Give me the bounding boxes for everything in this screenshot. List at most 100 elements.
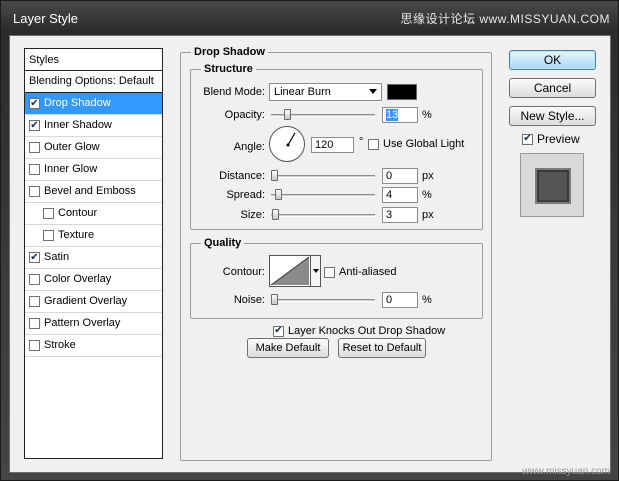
styles-item-checkbox[interactable] xyxy=(43,230,54,241)
use-global-light-box[interactable] xyxy=(368,138,379,150)
blend-mode-select[interactable]: Linear Burn xyxy=(269,83,382,101)
preview-label: Preview xyxy=(537,132,580,146)
preview-box[interactable]: ✔ xyxy=(522,133,533,145)
contour-curve-icon xyxy=(270,256,310,286)
make-default-button[interactable]: Make Default xyxy=(247,338,329,358)
spread-label: Spread: xyxy=(226,189,265,201)
contour-label: Contour: xyxy=(222,266,265,278)
spread-unit: % xyxy=(422,189,432,201)
opacity-unit: % xyxy=(422,109,432,121)
anti-aliased-label: Anti-aliased xyxy=(339,266,397,278)
styles-item-checkbox[interactable] xyxy=(29,142,40,153)
new-style-button[interactable]: New Style... xyxy=(509,106,596,126)
opacity-label: Opacity: xyxy=(224,109,265,121)
styles-item-checkbox[interactable] xyxy=(29,186,40,197)
size-slider-track[interactable] xyxy=(271,214,375,217)
blend-mode-label: Blend Mode: xyxy=(203,86,265,98)
styles-item-label: Pattern Overlay xyxy=(44,317,121,329)
distance-slider-thumb[interactable] xyxy=(271,170,278,181)
angle-dial[interactable] xyxy=(269,126,305,162)
shadow-color-swatch[interactable] xyxy=(387,84,417,100)
angle-degree-symbol: ° xyxy=(359,136,364,148)
distance-label: Distance: xyxy=(219,170,265,182)
angle-dial-needle xyxy=(286,132,296,147)
styles-item-label: Satin xyxy=(44,251,70,263)
styles-item-checkbox[interactable]: ✔ xyxy=(29,98,40,109)
window-title: Layer Style xyxy=(13,11,79,26)
spread-slider-track[interactable] xyxy=(271,194,375,197)
styles-item-satin[interactable]: ✔ Satin xyxy=(25,247,162,269)
styles-item-checkbox[interactable] xyxy=(29,296,40,307)
size-input[interactable]: 3 xyxy=(382,207,418,223)
styles-item-inner-glow[interactable]: Inner Glow xyxy=(25,159,162,181)
styles-item-checkbox[interactable] xyxy=(29,274,40,285)
knockout-label: Layer Knocks Out Drop Shadow xyxy=(288,325,446,337)
quality-group: Quality Contour: Anti-aliased Noise: 0 % xyxy=(190,237,483,319)
opacity-slider-thumb[interactable] xyxy=(284,109,291,120)
noise-unit: % xyxy=(422,294,432,306)
styles-item-label: Color Overlay xyxy=(44,273,112,285)
spread-slider-thumb[interactable] xyxy=(275,189,282,200)
noise-input[interactable]: 0 xyxy=(382,292,418,308)
opacity-input[interactable]: 13 xyxy=(382,107,418,123)
styles-item-label: Stroke xyxy=(44,339,76,351)
reset-to-default-button[interactable]: Reset to Default xyxy=(338,338,426,358)
distance-input[interactable]: 0 xyxy=(382,168,418,184)
contour-preview[interactable] xyxy=(269,255,311,287)
contour-dropdown-button[interactable] xyxy=(311,255,321,287)
styles-item-bevel-and-emboss[interactable]: Bevel and Emboss xyxy=(25,181,162,203)
distance-unit: px xyxy=(422,170,434,182)
distance-slider-track[interactable] xyxy=(271,175,375,178)
noise-slider-track[interactable] xyxy=(271,299,375,302)
preview-checkbox[interactable]: ✔ Preview xyxy=(522,132,580,146)
styles-item-color-overlay[interactable]: Color Overlay xyxy=(25,269,162,291)
anti-aliased-checkbox[interactable]: Anti-aliased xyxy=(324,266,396,278)
styles-item-checkbox[interactable] xyxy=(43,208,54,219)
cancel-button[interactable]: Cancel xyxy=(509,78,596,98)
styles-item-label: Texture xyxy=(58,229,95,241)
angle-label: Angle: xyxy=(233,141,265,153)
styles-header[interactable]: Styles xyxy=(25,49,162,71)
use-global-light-label: Use Global Light xyxy=(383,138,465,150)
size-label: Size: xyxy=(240,209,265,221)
styles-list: Styles Blending Options: Default ✔ Drop Sh… xyxy=(24,48,163,459)
chevron-down-icon xyxy=(369,89,377,94)
styles-item-contour[interactable]: Contour xyxy=(25,203,162,225)
knockout-checkbox[interactable]: ✔ Layer Knocks Out Drop Shadow xyxy=(273,325,445,337)
styles-item-gradient-overlay[interactable]: Gradient Overlay xyxy=(25,291,162,313)
spread-input[interactable]: 4 xyxy=(382,187,418,203)
styles-item-checkbox[interactable]: ✔ xyxy=(29,120,40,131)
dialog-client: Styles Blending Options: Default ✔ Drop Sh… xyxy=(9,35,611,473)
noise-label: Noise: xyxy=(233,294,265,306)
layer-style-window: Layer Style 思缘设计论坛 www.MISSYUAN.COM Styl… xyxy=(0,0,619,481)
styles-item-drop-shadow[interactable]: ✔ Drop Shadow xyxy=(25,93,162,115)
size-slider-thumb[interactable] xyxy=(272,209,279,220)
styles-item-label: Blending Options: Default xyxy=(29,75,154,87)
use-global-light-checkbox[interactable]: Use Global Light xyxy=(368,138,464,150)
styles-item-label: Inner Shadow xyxy=(44,119,112,131)
title-bar[interactable]: Layer Style 思缘设计论坛 www.MISSYUAN.COM xyxy=(1,1,619,35)
styles-item-label: Outer Glow xyxy=(44,141,100,153)
styles-item-stroke[interactable]: Stroke xyxy=(25,335,162,357)
styles-item-outer-glow[interactable]: Outer Glow xyxy=(25,137,162,159)
styles-item-inner-shadow[interactable]: ✔ Inner Shadow xyxy=(25,115,162,137)
quality-title: Quality xyxy=(201,237,245,249)
anti-aliased-box[interactable] xyxy=(324,266,335,278)
ok-button[interactable]: OK xyxy=(509,50,596,70)
styles-item-label: Bevel and Emboss xyxy=(44,185,136,197)
styles-item-blending-options-default[interactable]: Blending Options: Default xyxy=(25,71,162,93)
noise-slider-thumb[interactable] xyxy=(271,294,278,305)
style-preview-thumbnail xyxy=(520,153,584,217)
styles-item-label: Contour xyxy=(58,207,98,219)
drop-shadow-group: Drop Shadow Structure Blend Mode: Linear… xyxy=(180,46,492,461)
styles-item-label: Inner Glow xyxy=(44,163,98,175)
blend-mode-value: Linear Burn xyxy=(274,86,331,98)
styles-item-pattern-overlay[interactable]: Pattern Overlay xyxy=(25,313,162,335)
styles-item-checkbox[interactable] xyxy=(29,340,40,351)
angle-input[interactable]: 120 xyxy=(311,137,354,153)
knockout-box[interactable]: ✔ xyxy=(273,325,284,337)
styles-item-checkbox[interactable] xyxy=(29,318,40,329)
styles-item-texture[interactable]: Texture xyxy=(25,225,162,247)
styles-item-checkbox[interactable]: ✔ xyxy=(29,252,40,263)
styles-item-checkbox[interactable] xyxy=(29,164,40,175)
